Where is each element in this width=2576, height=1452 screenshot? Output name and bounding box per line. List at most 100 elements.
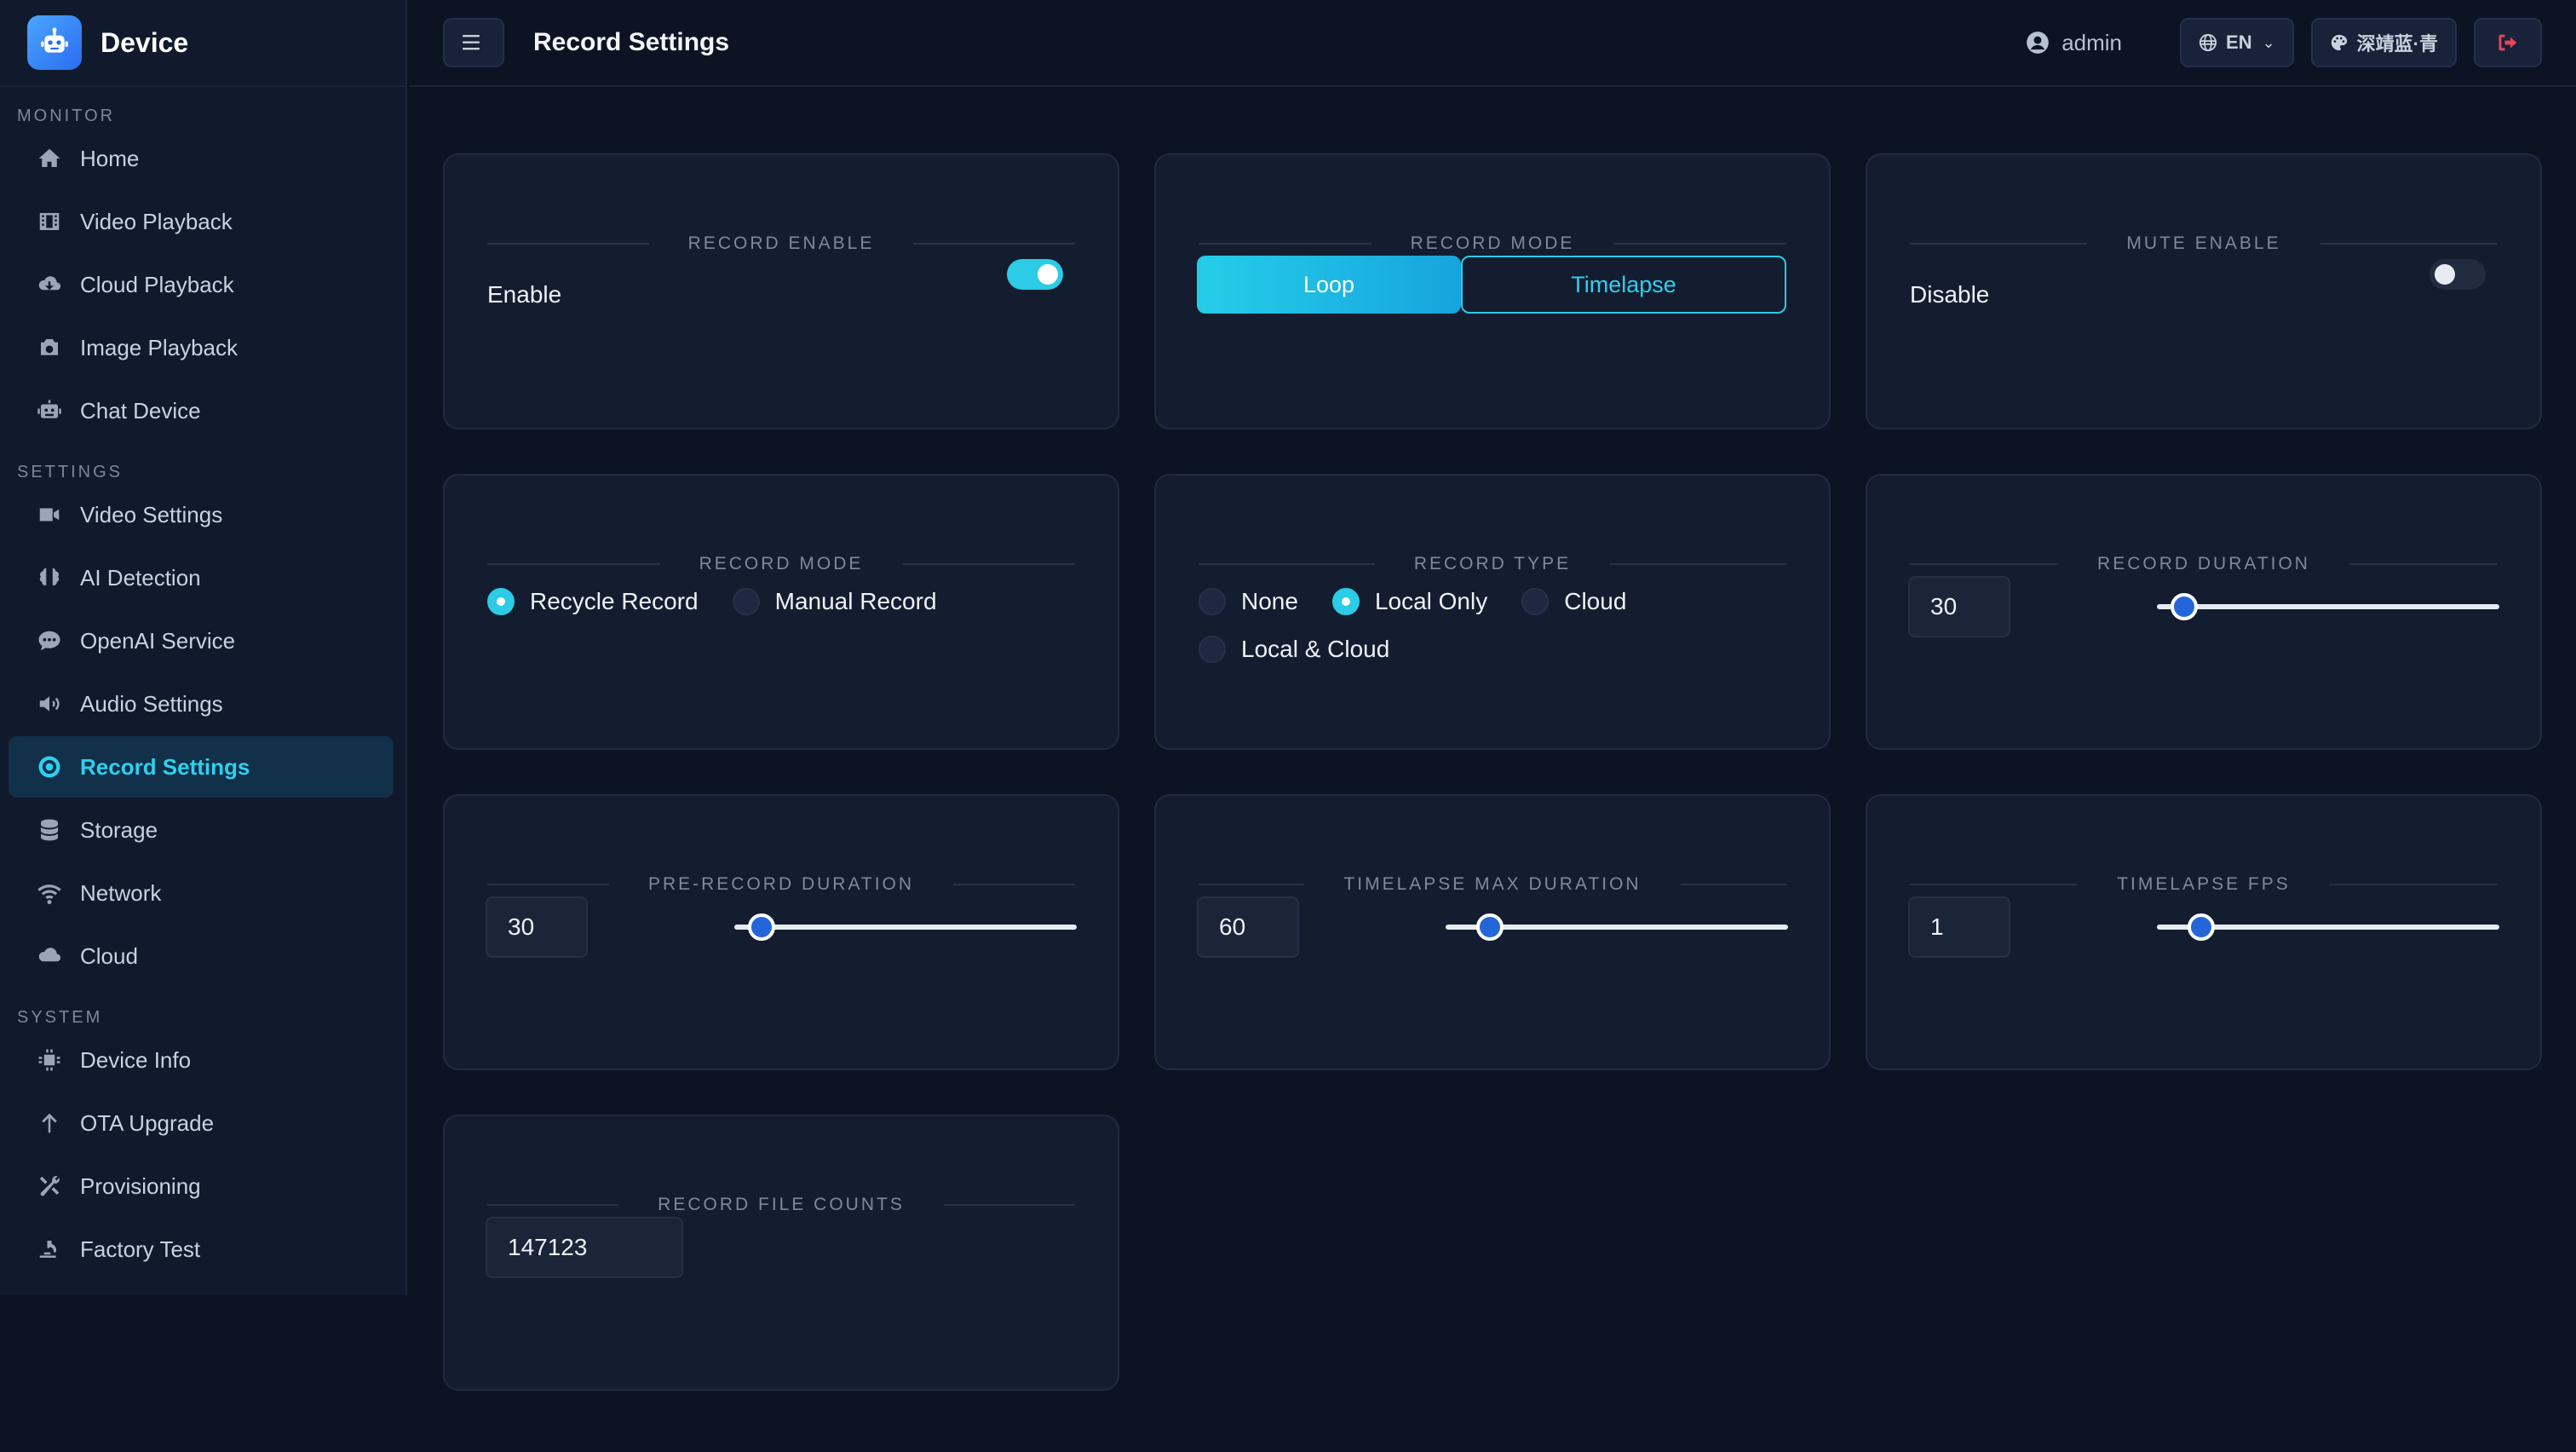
theme-select[interactable]: 深靖蓝·青 — [2310, 18, 2457, 67]
card-title: TIMELAPSE MAX DURATION — [1199, 874, 1786, 895]
globe-icon — [2199, 33, 2217, 52]
radio-local-only[interactable]: Local Only — [1331, 578, 1488, 625]
chip-icon — [34, 1045, 65, 1075]
slider-thumb[interactable] — [1476, 913, 1504, 941]
record-duration-slider[interactable] — [2157, 593, 2499, 620]
nav-section-heading: SETTINGS — [17, 463, 124, 481]
timelapse-max-duration-slider[interactable] — [1446, 913, 1788, 941]
radio-dot — [487, 588, 515, 615]
sidebar-item-storage[interactable]: Storage — [9, 799, 394, 861]
card-record-type: RECORD TYPE None Local Only Cloud Local … — [1154, 474, 1831, 750]
wifi-icon — [34, 878, 65, 908]
arrow-up-icon — [34, 1108, 65, 1138]
sidebar: Device MONITOR Home Video Playback Cloud Pl… — [0, 0, 407, 1295]
sidebar-item-label: Video Playback — [80, 208, 233, 234]
sidebar-item-ai-detection[interactable]: AI Detection — [9, 547, 394, 608]
user-circle-icon — [2027, 32, 2050, 54]
timelapse-fps-slider[interactable] — [2157, 913, 2499, 941]
sidebar-item-label: OpenAI Service — [80, 627, 236, 654]
robot-logo-icon — [27, 15, 82, 70]
sidebar-item-cloud-playback[interactable]: Cloud Playback — [9, 254, 394, 315]
radio-recycle-record[interactable]: Recycle Record — [487, 578, 699, 625]
sidebar-item-label: Audio Settings — [80, 690, 223, 717]
slider-thumb[interactable] — [2188, 913, 2216, 941]
theme-value: 深靖蓝·青 — [2356, 33, 2438, 55]
record-file-counts-input: 147123 — [486, 1217, 683, 1278]
sidebar-item-ota-upgrade[interactable]: OTA Upgrade — [9, 1092, 394, 1154]
sidebar-nav: MONITOR Home Video Playback Cloud Playback I… — [0, 87, 405, 1280]
radio-dot — [732, 588, 760, 615]
nav-section-heading: MONITOR — [17, 107, 116, 125]
card-title: RECORD DURATION — [1910, 554, 2498, 574]
sidebar-item-chat-device[interactable]: Chat Device — [9, 380, 394, 441]
hamburger-icon — [463, 35, 480, 50]
record-icon — [34, 752, 65, 782]
radio-label: Manual Record — [774, 588, 937, 614]
card-pre-record-duration: PRE-RECORD DURATION 30 — [443, 794, 1119, 1070]
sidebar-item-label: Provisioning — [80, 1173, 201, 1199]
card-record-mode-radio: RECORD MODE Recycle Record Manual Record — [443, 474, 1119, 750]
record-type-radio-group: None Local Only Cloud Local & Cloud — [1199, 578, 1795, 673]
user-menu[interactable]: admin — [2026, 30, 2122, 56]
sidebar-item-cloud[interactable]: Cloud — [9, 925, 394, 987]
brand: Device — [0, 0, 405, 87]
menu-toggle-button[interactable] — [443, 18, 504, 67]
sidebar-item-label: OTA Upgrade — [80, 1109, 215, 1136]
logout-button[interactable] — [2474, 18, 2542, 67]
radio-none[interactable]: None — [1199, 578, 1298, 625]
card-record-duration: RECORD DURATION 30 — [1866, 474, 2542, 750]
sidebar-item-image-playback[interactable]: Image Playback — [9, 317, 394, 378]
record-enable-toggle[interactable] — [1007, 259, 1063, 290]
slider-thumb[interactable] — [2171, 593, 2199, 620]
sidebar-item-provisioning[interactable]: Provisioning — [9, 1155, 394, 1217]
slider-track — [734, 925, 1077, 930]
sidebar-item-factory-test[interactable]: Factory Test — [9, 1219, 394, 1280]
radio-local-and-cloud[interactable]: Local & Cloud — [1199, 625, 1389, 673]
sidebar-item-device-info[interactable]: Device Info — [9, 1029, 394, 1091]
card-timelapse-fps: TIMELAPSE FPS 1 — [1866, 794, 2542, 1070]
sidebar-item-label: Cloud — [80, 942, 138, 969]
sidebar-item-video-settings[interactable]: Video Settings — [9, 484, 394, 545]
language-select[interactable]: EN ⌄ — [2180, 18, 2294, 67]
radio-label: Local Only — [1374, 588, 1488, 614]
language-value: EN — [2226, 32, 2252, 53]
sidebar-item-openai-service[interactable]: OpenAI Service — [9, 610, 394, 671]
radio-dot — [1199, 588, 1226, 615]
sidebar-item-label: Factory Test — [80, 1236, 201, 1262]
sidebar-item-video-playback[interactable]: Video Playback — [9, 191, 394, 252]
database-icon — [34, 815, 65, 845]
sidebar-item-label: Device Info — [80, 1046, 192, 1073]
top-header: Record Settings admin EN ⌄ 深靖蓝·青 — [409, 0, 2576, 87]
slider-thumb[interactable] — [748, 913, 776, 941]
radio-cloud[interactable]: Cloud — [1521, 578, 1626, 625]
sidebar-item-home[interactable]: Home — [9, 128, 394, 189]
sidebar-item-label: Record Settings — [80, 753, 250, 780]
mute-enable-toggle[interactable] — [2429, 259, 2486, 290]
radio-dot — [1521, 588, 1550, 615]
radio-label: Recycle Record — [530, 588, 699, 614]
sidebar-item-audio-settings[interactable]: Audio Settings — [9, 673, 394, 735]
film-icon — [34, 206, 65, 237]
timelapse-option-button[interactable]: Timelapse — [1461, 256, 1786, 314]
card-title: RECORD FILE COUNTS — [487, 1195, 1075, 1215]
record-duration-input[interactable]: 30 — [1908, 576, 2010, 637]
robot-icon — [34, 395, 65, 426]
pre-record-duration-input[interactable]: 30 — [486, 896, 588, 958]
sidebar-item-label: Video Settings — [80, 501, 223, 527]
timelapse-fps-input[interactable]: 1 — [1908, 896, 2010, 958]
toggle-knob — [1038, 264, 1058, 285]
sidebar-item-label: AI Detection — [80, 564, 201, 591]
sidebar-item-label: Home — [80, 145, 140, 171]
tools-icon — [34, 1171, 65, 1201]
sidebar-item-record-settings[interactable]: Record Settings — [9, 736, 394, 798]
loop-option-button[interactable]: Loop — [1197, 256, 1461, 314]
timelapse-max-duration-input[interactable]: 60 — [1197, 896, 1299, 958]
home-icon — [34, 143, 65, 174]
sidebar-item-network[interactable]: Network — [9, 862, 394, 924]
card-mute-enable: MUTE ENABLE Disable — [1866, 153, 2542, 429]
slider-track — [2157, 604, 2499, 609]
pre-record-duration-slider[interactable] — [734, 913, 1077, 941]
card-timelapse-max-duration: TIMELAPSE MAX DURATION 60 — [1154, 794, 1831, 1070]
radio-manual-record[interactable]: Manual Record — [732, 578, 937, 625]
record-enable-state-label: Enable — [487, 281, 562, 308]
